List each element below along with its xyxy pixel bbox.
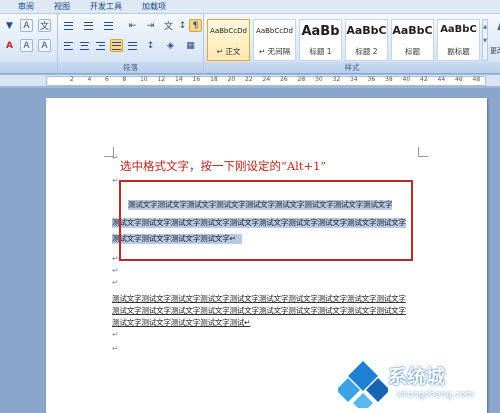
align-right-icon[interactable] — [94, 39, 107, 52]
tab-addins[interactable]: 加载项 — [132, 0, 176, 14]
ruler-number: 16 — [192, 76, 201, 83]
selected-text-line[interactable]: 测试文字测试文字测试文字测试文字测试文字测试文字测试文字测试文字测试文字 — [128, 200, 393, 210]
ruler-number: 2 — [70, 76, 74, 83]
text-line[interactable]: 测试文字测试文字测试文字测试文字测试↵ — [112, 318, 251, 328]
ruler-number: 14 — [175, 76, 183, 83]
horizontal-ruler[interactable]: 2 4 6 8 10 12 14 16 18 20 22 24 26 28 30 32 34 36 38 40 42 44… — [0, 75, 500, 87]
paragraph-mark: ↵ — [112, 330, 119, 339]
ruler-number: 26 — [280, 76, 288, 83]
phonetic-guide-button[interactable]: 文 — [38, 19, 51, 32]
style-title[interactable]: AaBbC 标题 — [391, 19, 434, 61]
change-styles-icon: A — [490, 16, 500, 34]
ruler-number: 48 — [472, 76, 481, 83]
ruler-number: 8 — [122, 76, 127, 83]
ruler-number: 20 — [227, 76, 236, 83]
ribbon-tab-bar: 审阅 视图 开发工具 加载项 — [0, 0, 500, 14]
ruler-number: 10 — [140, 76, 148, 83]
distributed-icon[interactable] — [126, 39, 139, 52]
bullets-icon[interactable] — [62, 19, 75, 32]
selected-text-line[interactable]: 测试文字测试文字测试文字测试文字测试文字测试文字测试文字测试文字测试文字测试文字 — [112, 218, 406, 228]
paragraph-mark: ↵ — [112, 266, 119, 275]
paragraph-group: ⇤ ⇥ 文 ↕ ¶ ↕ ◈ ▦ 段落 — [58, 14, 204, 74]
style-no-spacing[interactable]: AaBbCcDd ↵ 无间隔 — [253, 19, 296, 61]
paragraph-mark: ↵ — [112, 176, 119, 185]
ruler-number: 40 — [402, 76, 411, 83]
font-color-icon[interactable]: A — [3, 39, 16, 52]
styles-group-label: 样式 — [204, 62, 500, 73]
borders-icon[interactable]: ▦ — [184, 39, 197, 52]
watermark-logo-icon — [338, 361, 388, 408]
styles-group: AaBbCcDd ↵ 正文 AaBbCcDd ↵ 无间隔 AaBb 标题 1 A… — [204, 14, 500, 74]
ruler-number: 22 — [245, 76, 253, 83]
ruler-number: 6 — [105, 76, 109, 83]
tab-view[interactable]: 视图 — [44, 0, 80, 14]
clear-format-button[interactable]: A — [20, 19, 33, 32]
ribbon: ▼ A 文 A A A ⇤ ⇥ 文 ↕ ¶ ↕ ◈ ▦ 段落 AaBbCcDd … — [0, 14, 500, 74]
gallery-scroll[interactable]: ▲ ▼ — [482, 19, 488, 61]
watermark-name: 系统城 — [388, 366, 446, 388]
sort-icon[interactable]: ↕ — [176, 19, 189, 32]
watermark-url: xitongcheng.com — [396, 390, 474, 400]
ruler-number: 36 — [367, 76, 376, 83]
show-marks-icon[interactable]: ¶ — [189, 19, 202, 32]
style-heading-1[interactable]: AaBb 标题 1 — [299, 19, 342, 61]
paragraph-mark: ↵ — [112, 278, 119, 287]
multilevel-list-icon[interactable] — [102, 19, 115, 32]
ruler-number: 24 — [262, 76, 271, 83]
ruler-number: 34 — [350, 76, 358, 83]
watermark: 系统城 xitongcheng.com — [338, 358, 498, 410]
paragraph-mark: ↵ — [112, 344, 119, 353]
text-line[interactable]: 测试文字测试文字测试文字测试文字测试文字测试文字测试文字测试文字测试文字测试文字 — [112, 294, 406, 304]
text-line[interactable]: 测试文字测试文字测试文字测试文字测试文字测试文字测试文字测试文字测试文字测试文字 — [112, 306, 406, 316]
numbering-icon[interactable] — [82, 19, 95, 32]
ruler-number: 30 — [315, 76, 323, 83]
font-group: ▼ A 文 A A A — [0, 14, 58, 74]
style-heading-2[interactable]: AaBbC 标题 2 — [345, 19, 388, 61]
char-shading-button[interactable]: A — [20, 39, 33, 52]
document-title-line[interactable]: 选中格式文字，按一下刚设定的“Alt+1” — [120, 158, 326, 174]
ruler-number: 28 — [297, 76, 306, 83]
paragraph-mark: ↵ — [112, 254, 119, 263]
shading-icon[interactable]: ◈ — [164, 39, 177, 52]
align-center-icon[interactable] — [78, 39, 91, 52]
ruler-number: 18 — [210, 76, 218, 83]
align-left-icon[interactable] — [62, 39, 75, 52]
ruler-number: 32 — [332, 76, 341, 83]
ruler-number: 44 — [437, 76, 446, 83]
margin-corner-tr — [418, 147, 428, 157]
font-group-label — [0, 62, 57, 73]
ruler-number: 46 — [455, 76, 463, 83]
style-subtitle[interactable]: AaBbC 副标题 — [437, 19, 480, 61]
paragraph-mark: ↵ — [112, 153, 119, 162]
selected-text-line[interactable]: 测试文字测试文字测试文字测试文字↵ — [112, 234, 242, 244]
ruler-number: 4 — [87, 76, 92, 83]
decrease-indent-icon[interactable]: ⇤ — [126, 19, 139, 32]
style-normal[interactable]: AaBbCcDd ↵ 正文 — [207, 19, 250, 61]
justify-icon[interactable] — [110, 39, 123, 52]
ruler-number: 42 — [420, 76, 428, 83]
char-border-button[interactable]: A — [38, 39, 51, 52]
paragraph-group-label: 段落 — [58, 62, 203, 73]
font-size-down-icon[interactable]: ▼ — [3, 19, 16, 32]
tab-developer[interactable]: 开发工具 — [80, 0, 132, 14]
ruler-number: 12 — [157, 76, 166, 83]
ruler-number: 38 — [385, 76, 393, 83]
change-styles-button[interactable]: A 更改样式 — [490, 16, 500, 62]
line-spacing-icon[interactable]: ↕ — [144, 39, 157, 52]
tab-review[interactable]: 审阅 — [8, 0, 44, 14]
increase-indent-icon[interactable]: ⇥ — [144, 19, 157, 32]
chinese-layout-icon[interactable]: 文 — [162, 19, 175, 32]
